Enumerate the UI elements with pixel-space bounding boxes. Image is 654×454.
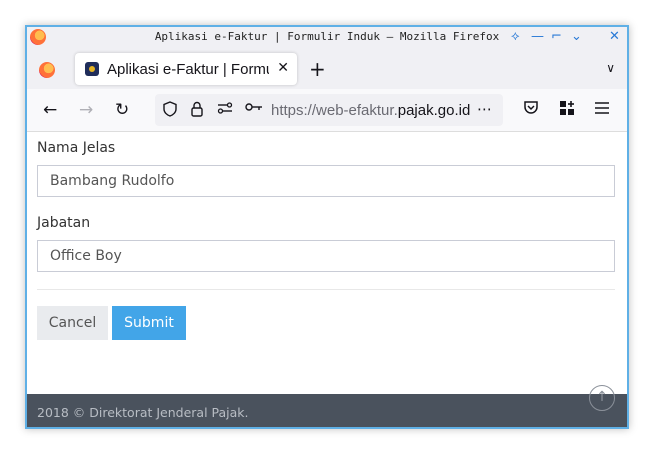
minimize-button[interactable]: — xyxy=(531,29,544,44)
title-bar[interactable]: Aplikasi e-Faktur | Formulir Induk — Moz… xyxy=(27,27,627,49)
permissions-icon[interactable] xyxy=(217,101,233,119)
new-tab-button[interactable]: + xyxy=(309,57,326,81)
firefox-view-icon[interactable] xyxy=(39,62,55,78)
nama-jelas-label: Nama Jelas xyxy=(37,140,116,156)
footer-copyright: 2018 © Direktorat Jenderal Pajak. xyxy=(37,405,249,420)
pajak-favicon-icon xyxy=(85,62,99,76)
lock-icon[interactable] xyxy=(191,101,203,121)
page-footer: 2018 © Direktorat Jenderal Pajak. xyxy=(27,394,627,427)
tab-title: Aplikasi e-Faktur | Formulir Induk xyxy=(107,61,269,78)
jabatan-label: Jabatan xyxy=(37,215,91,231)
forward-button[interactable]: → xyxy=(79,100,93,120)
pocket-icon[interactable] xyxy=(523,100,539,119)
url-prefix: https://web-efaktur. xyxy=(271,102,398,119)
reload-button[interactable]: ↻ xyxy=(115,100,129,120)
browser-window: Aplikasi e-Faktur | Formulir Induk — Moz… xyxy=(25,25,629,429)
key-icon[interactable] xyxy=(245,101,263,117)
form-divider xyxy=(37,289,615,290)
maximize-button[interactable]: ⌐ xyxy=(551,29,562,44)
shield-icon[interactable] xyxy=(163,101,177,121)
page-actions-button[interactable]: ⋯ xyxy=(477,100,492,118)
list-all-tabs-button[interactable]: ∨ xyxy=(606,61,615,75)
url-bar[interactable]: https://web-efaktur.pajak.go.id ⋯ xyxy=(155,94,503,126)
url-text[interactable]: https://web-efaktur.pajak.go.id xyxy=(271,102,471,119)
window-menu-button[interactable]: ⌄ xyxy=(571,29,582,44)
close-window-button[interactable]: ✕ xyxy=(609,29,620,44)
tab-close-icon[interactable]: ✕ xyxy=(277,60,289,76)
submit-button[interactable]: Submit xyxy=(112,306,186,340)
tab-efaktur[interactable]: Aplikasi e-Faktur | Formulir Induk ✕ xyxy=(75,53,297,85)
scroll-to-top-button[interactable]: ↑ xyxy=(589,385,615,411)
page-content: Nama Jelas Bambang Rudolfo Jabatan Offic… xyxy=(27,132,627,394)
arrow-up-icon: ↑ xyxy=(596,389,608,405)
tab-bar: Aplikasi e-Faktur | Formulir Induk ✕ + ∨ xyxy=(27,49,627,89)
keep-above-icon[interactable]: ⟡ xyxy=(511,29,520,44)
url-domain: pajak.go.id xyxy=(397,102,471,119)
navigation-toolbar: ← → ↻ https://web-efaktur.pajak.go.id ⋯ xyxy=(27,89,627,132)
hamburger-menu-icon[interactable] xyxy=(595,100,609,118)
cancel-button[interactable]: Cancel xyxy=(37,306,108,340)
nama-jelas-input[interactable]: Bambang Rudolfo xyxy=(37,165,615,197)
jabatan-input[interactable]: Office Boy xyxy=(37,240,615,272)
back-button[interactable]: ← xyxy=(43,100,57,120)
extensions-icon[interactable] xyxy=(559,100,575,120)
